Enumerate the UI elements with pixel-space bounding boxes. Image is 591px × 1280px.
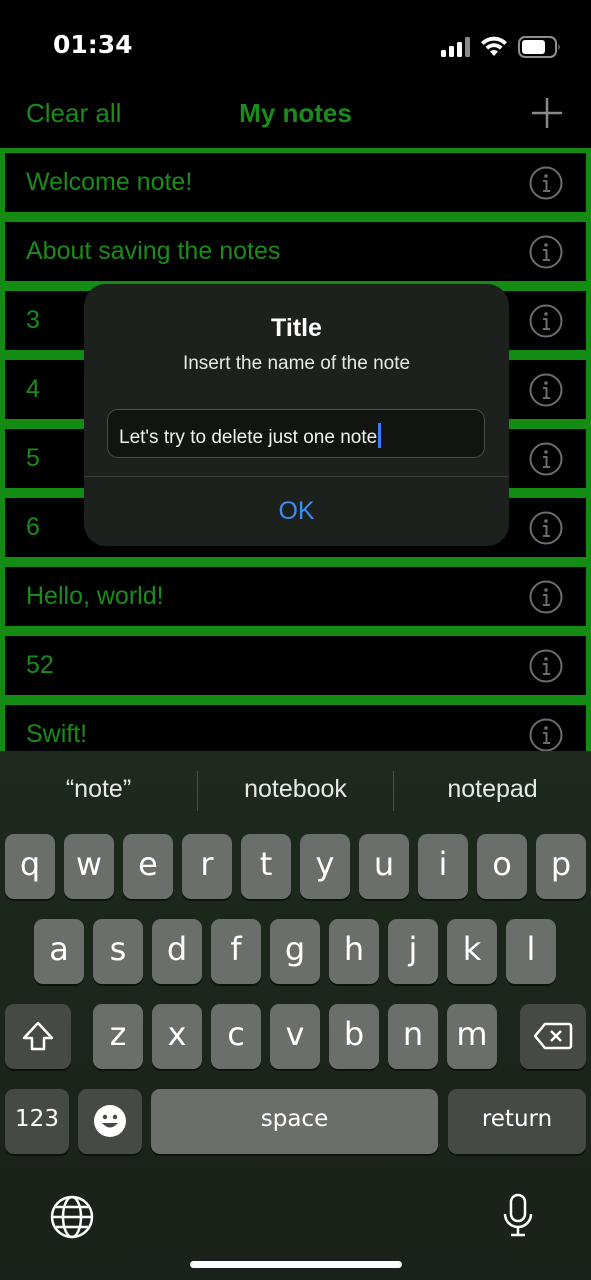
note-row[interactable]: About saving the notes: [0, 217, 591, 286]
key-k[interactable]: k: [447, 919, 497, 984]
key-v[interactable]: v: [270, 1004, 320, 1069]
note-row[interactable]: Hello, world!: [0, 562, 591, 631]
key-c[interactable]: c: [211, 1004, 261, 1069]
info-icon[interactable]: [529, 373, 563, 407]
info-icon[interactable]: [529, 304, 563, 338]
note-title: 4: [26, 375, 40, 403]
info-icon[interactable]: [529, 649, 563, 683]
alert-title: Title: [271, 314, 322, 342]
key-p[interactable]: p: [536, 834, 586, 899]
note-title: 5: [26, 444, 40, 472]
info-icon[interactable]: [529, 580, 563, 614]
key-l[interactable]: l: [506, 919, 556, 984]
status-bar: 01:34: [0, 0, 591, 92]
backspace-icon: [533, 1022, 573, 1050]
key-h[interactable]: h: [329, 919, 379, 984]
info-icon[interactable]: [529, 166, 563, 200]
note-title: Swift!: [26, 720, 88, 748]
note-row[interactable]: Welcome note!: [0, 148, 591, 217]
shift-icon: [22, 1021, 54, 1051]
info-icon[interactable]: [529, 718, 563, 751]
key-i[interactable]: i: [418, 834, 468, 899]
key-b[interactable]: b: [329, 1004, 379, 1069]
return-key[interactable]: return: [448, 1089, 586, 1154]
key-q[interactable]: q: [5, 834, 55, 899]
suggestion-item[interactable]: notepad: [394, 775, 591, 804]
key-u[interactable]: u: [359, 834, 409, 899]
ok-button[interactable]: OK: [84, 477, 509, 546]
plus-icon[interactable]: [530, 96, 564, 130]
shift-key[interactable]: [5, 1004, 71, 1069]
info-icon[interactable]: [529, 442, 563, 476]
note-title: Welcome note!: [26, 168, 193, 196]
backspace-key[interactable]: [520, 1004, 586, 1069]
key-m[interactable]: m: [447, 1004, 497, 1069]
key-y[interactable]: y: [300, 834, 350, 899]
key-g[interactable]: g: [270, 919, 320, 984]
key-o[interactable]: o: [477, 834, 527, 899]
key-x[interactable]: x: [152, 1004, 202, 1069]
note-row[interactable]: Swift!: [0, 700, 591, 751]
note-title: 6: [26, 513, 40, 541]
key-d[interactable]: d: [152, 919, 202, 984]
battery-icon: [518, 36, 560, 58]
page-title: My notes: [239, 98, 352, 128]
wifi-icon: [481, 36, 507, 56]
microphone-icon[interactable]: [495, 1192, 541, 1238]
note-title: About saving the notes: [26, 237, 281, 265]
key-j[interactable]: j: [388, 919, 438, 984]
numbers-key[interactable]: 123: [5, 1089, 69, 1154]
note-name-input[interactable]: Let's try to delete just one note: [107, 409, 485, 458]
key-z[interactable]: z: [93, 1004, 143, 1069]
home-indicator[interactable]: [190, 1261, 402, 1268]
text-caret: [378, 423, 382, 448]
key-f[interactable]: f: [211, 919, 261, 984]
key-w[interactable]: w: [64, 834, 114, 899]
suggestion-item[interactable]: “note”: [0, 775, 197, 804]
alert-dialog: Title Insert the name of the note Let's …: [84, 284, 509, 546]
key-r[interactable]: r: [182, 834, 232, 899]
alert-message: Insert the name of the note: [182, 353, 411, 374]
suggestion-bar: “note” notebook notepad: [0, 751, 591, 831]
key-e[interactable]: e: [123, 834, 173, 899]
status-time: 01:34: [53, 30, 133, 59]
emoji-key[interactable]: [78, 1089, 142, 1154]
suggestion-item[interactable]: notebook: [197, 775, 394, 804]
note-title: 52: [26, 651, 54, 679]
key-n[interactable]: n: [388, 1004, 438, 1069]
note-name-input-value: Let's try to delete just one note: [119, 423, 382, 449]
keyboard: “note” notebook notepad q w e r t y u i …: [0, 751, 591, 1280]
key-t[interactable]: t: [241, 834, 291, 899]
note-title: 3: [26, 306, 40, 334]
note-title: Hello, world!: [26, 582, 164, 610]
navigation-bar: Clear all My notes: [0, 92, 591, 148]
key-a[interactable]: a: [34, 919, 84, 984]
note-row[interactable]: 52: [0, 631, 591, 700]
cellular-signal-icon: [441, 37, 471, 57]
space-key[interactable]: space: [151, 1089, 438, 1154]
emoji-icon: [94, 1105, 126, 1137]
info-icon[interactable]: [529, 235, 563, 269]
info-icon[interactable]: [529, 511, 563, 545]
globe-icon[interactable]: [49, 1194, 95, 1240]
key-s[interactable]: s: [93, 919, 143, 984]
